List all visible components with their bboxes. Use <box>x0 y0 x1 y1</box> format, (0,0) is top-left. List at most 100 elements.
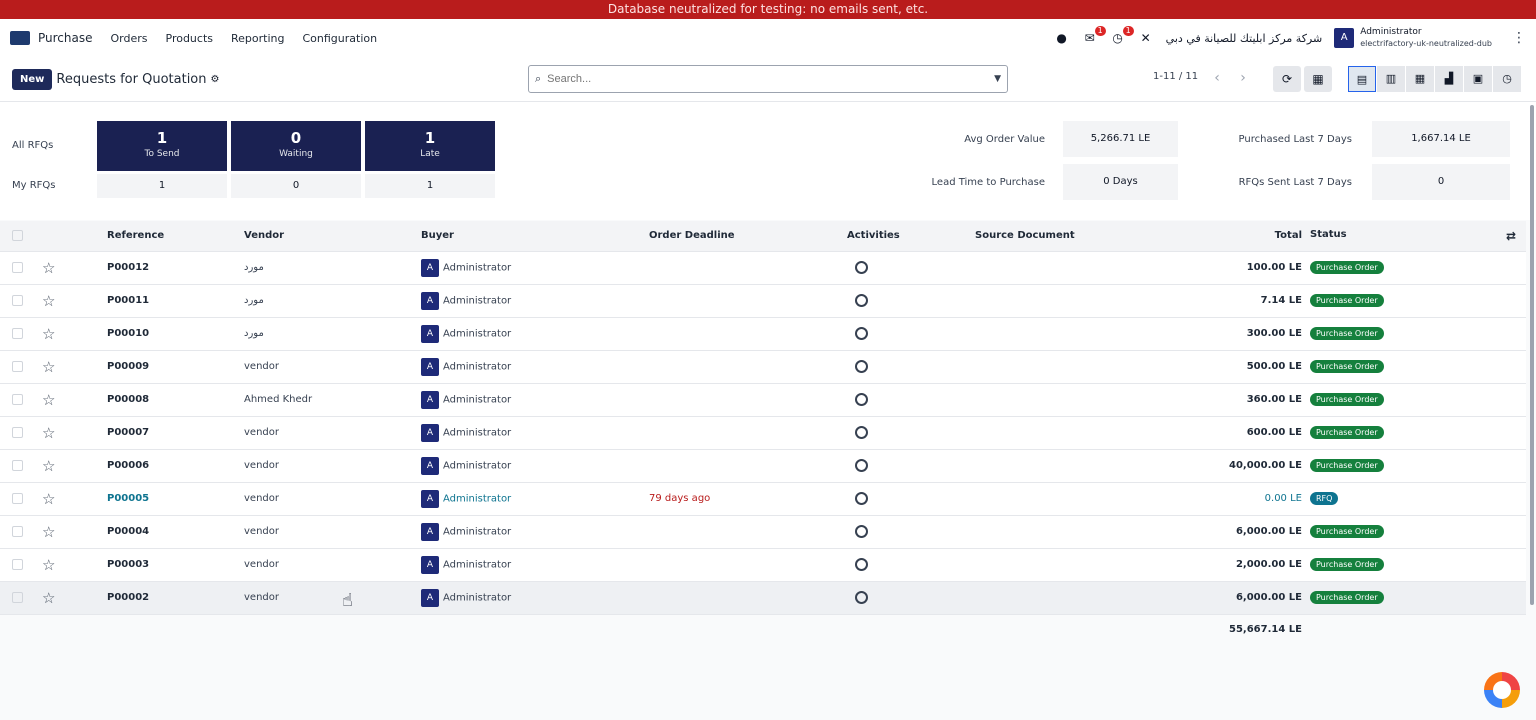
row-checkbox[interactable] <box>0 581 30 615</box>
row-reference[interactable]: P00009 <box>107 361 149 372</box>
priority-star-icon[interactable]: ☆ <box>30 416 107 450</box>
table-row[interactable]: ☆ P00011 مورد A Administrator 7.14 LE Purchase… <box>0 284 1526 318</box>
search-options-dropdown-icon[interactable]: ▼ <box>994 74 1001 84</box>
row-reference[interactable]: P00008 <box>107 394 149 405</box>
row-reference[interactable]: P00012 <box>107 262 149 273</box>
company-switcher[interactable]: شركة مركز ابليتك للصيانة في دبي <box>1166 32 1323 45</box>
more-vertical-icon[interactable]: ⋮ <box>1512 30 1526 46</box>
header-order-deadline[interactable]: Order Deadline <box>649 221 847 252</box>
optional-columns-icon[interactable]: ⇄ <box>1506 229 1526 243</box>
actions-gear-icon[interactable]: ⚙ <box>211 74 220 85</box>
priority-star-icon[interactable]: ☆ <box>30 449 107 483</box>
row-checkbox[interactable] <box>0 251 30 285</box>
table-row[interactable]: ☆ P00008 Ahmed Khedr A Administrator 360.00 L… <box>0 383 1526 417</box>
row-checkbox[interactable] <box>0 416 30 450</box>
row-checkbox[interactable] <box>0 383 30 417</box>
priority-star-icon[interactable]: ☆ <box>30 251 107 285</box>
scan-icon[interactable]: ▦ <box>1304 66 1332 92</box>
search-input[interactable] <box>547 73 995 85</box>
row-checkbox[interactable] <box>0 350 30 384</box>
activity-view-icon[interactable]: ◷ <box>1493 66 1521 92</box>
menu-reporting[interactable]: Reporting <box>231 32 284 45</box>
priority-star-icon[interactable]: ☆ <box>30 284 107 318</box>
table-row[interactable]: ☆ P00003 vendor A Administrator 2,000.00 LE Pu… <box>0 548 1526 582</box>
header-activities[interactable]: Activities <box>847 221 975 252</box>
late-card[interactable]: 1 Late <box>365 121 495 171</box>
pager-next-icon[interactable]: › <box>1232 67 1254 89</box>
menu-orders[interactable]: Orders <box>111 32 148 45</box>
list-view-icon[interactable]: ▤ <box>1348 66 1376 92</box>
pager-previous-icon[interactable]: ‹ <box>1206 67 1228 89</box>
status-dot-icon[interactable]: ● <box>1054 30 1070 46</box>
row-checkbox[interactable] <box>0 482 30 516</box>
pager-value[interactable]: 1-11 / 11 <box>1153 71 1198 82</box>
activity-clock-icon[interactable] <box>854 591 868 604</box>
kanban-view-icon[interactable]: ▥ <box>1377 66 1405 92</box>
priority-star-icon[interactable]: ☆ <box>30 548 107 582</box>
my-late-count[interactable]: 1 <box>365 174 495 198</box>
table-row[interactable]: ☆ P00006 vendor A Administrator 40,000.00 LE P… <box>0 449 1526 483</box>
row-reference[interactable]: P00010 <box>107 328 149 339</box>
chat-icon[interactable]: ✉ 1 <box>1082 26 1106 46</box>
row-reference[interactable]: P00006 <box>107 460 149 471</box>
header-status[interactable]: Status <box>1310 229 1347 240</box>
user-menu[interactable]: A Administrator electrifactory-uk-neutra… <box>1334 27 1492 49</box>
graph-view-icon[interactable]: ▟ <box>1435 66 1463 92</box>
table-row[interactable]: ☆ P00002 vendor A Administrator 6,000.00 LE Pu… <box>0 581 1526 615</box>
activity-clock-icon[interactable] <box>854 294 868 307</box>
table-row[interactable]: ☆ P00009 vendor A Administrator 500.00 LE Purc… <box>0 350 1526 384</box>
activity-clock-icon[interactable] <box>854 459 868 472</box>
header-source-document[interactable]: Source Document <box>975 221 1135 252</box>
browser-logo-icon[interactable] <box>1484 672 1520 708</box>
priority-star-icon[interactable]: ☆ <box>30 482 107 516</box>
my-waiting-count[interactable]: 0 <box>231 174 361 198</box>
activity-clock-icon[interactable]: ◷ 1 <box>1110 26 1134 46</box>
activity-clock-icon[interactable] <box>854 327 868 340</box>
priority-star-icon[interactable]: ☆ <box>30 581 107 615</box>
app-menu-icon[interactable] <box>10 31 30 45</box>
select-all-checkbox[interactable] <box>0 221 30 252</box>
waiting-card[interactable]: 0 Waiting <box>231 121 361 171</box>
menu-products[interactable]: Products <box>166 32 214 45</box>
to-send-card[interactable]: 1 To Send <box>97 121 227 171</box>
table-row[interactable]: ☆ P00005 vendor A Administrator 79 days ago 0.… <box>0 482 1526 516</box>
activity-clock-icon[interactable] <box>854 558 868 571</box>
activity-clock-icon[interactable] <box>854 525 868 538</box>
row-checkbox[interactable] <box>0 449 30 483</box>
menu-configuration[interactable]: Configuration <box>302 32 377 45</box>
activity-clock-icon[interactable] <box>854 261 868 274</box>
activity-clock-icon[interactable] <box>854 426 868 439</box>
row-reference[interactable]: P00007 <box>107 427 149 438</box>
app-name[interactable]: Purchase <box>38 31 93 45</box>
new-button[interactable]: New <box>12 68 53 90</box>
priority-star-icon[interactable]: ☆ <box>30 383 107 417</box>
header-total[interactable]: Total <box>1135 221 1310 252</box>
row-checkbox[interactable] <box>0 548 30 582</box>
refresh-icon[interactable]: ⟳ <box>1273 66 1301 92</box>
row-reference[interactable]: P00003 <box>107 559 149 570</box>
priority-star-icon[interactable]: ☆ <box>30 317 107 351</box>
priority-star-icon[interactable]: ☆ <box>30 350 107 384</box>
table-row[interactable]: ☆ P00012 مورد A Administrator 100.00 LE Purcha… <box>0 251 1526 285</box>
table-row[interactable]: ☆ P00004 vendor A Administrator 6,000.00 LE Pu… <box>0 515 1526 549</box>
scrollbar[interactable] <box>1530 105 1534 605</box>
activity-clock-icon[interactable] <box>854 393 868 406</box>
table-row[interactable]: ☆ P00010 مورد A Administrator 300.00 LE Purcha… <box>0 317 1526 351</box>
row-checkbox[interactable] <box>0 515 30 549</box>
pivot-view-icon[interactable]: ▣ <box>1464 66 1492 92</box>
header-vendor[interactable]: Vendor <box>244 221 421 252</box>
debug-tools-icon[interactable]: ✕ <box>1138 30 1154 46</box>
search-bar[interactable]: ⌕ ▼ <box>528 65 1008 93</box>
row-reference[interactable]: P00011 <box>107 295 149 306</box>
my-to-send-count[interactable]: 1 <box>97 174 227 198</box>
row-reference[interactable]: P00002 <box>107 592 149 603</box>
calendar-view-icon[interactable]: ▦ <box>1406 66 1434 92</box>
header-reference[interactable]: Reference <box>107 221 244 252</box>
row-checkbox[interactable] <box>0 284 30 318</box>
activity-clock-icon[interactable] <box>854 360 868 373</box>
header-buyer[interactable]: Buyer <box>421 221 649 252</box>
row-checkbox[interactable] <box>0 317 30 351</box>
activity-clock-icon[interactable] <box>854 492 868 505</box>
priority-star-icon[interactable]: ☆ <box>30 515 107 549</box>
row-reference[interactable]: P00004 <box>107 526 149 537</box>
